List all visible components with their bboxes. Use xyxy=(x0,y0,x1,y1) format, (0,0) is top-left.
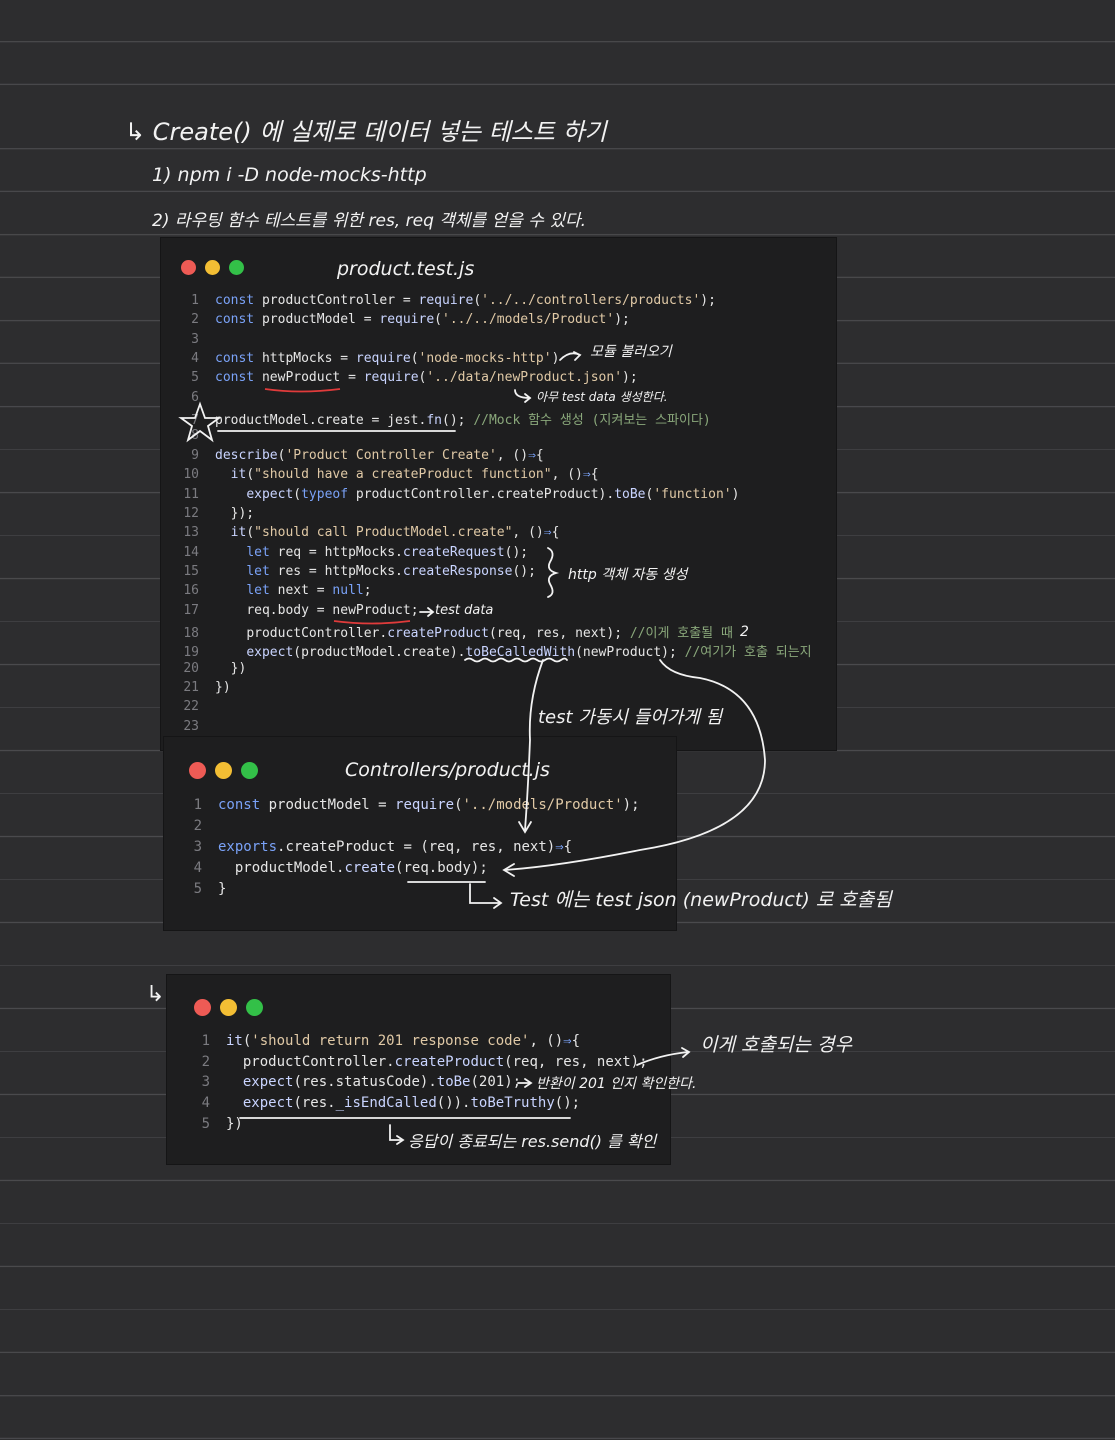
line-number: 1 xyxy=(193,797,202,813)
code-line: 5}) xyxy=(182,1116,243,1132)
line-number: 11 xyxy=(183,486,199,502)
line-number: 23 xyxy=(183,718,199,734)
line-number: 9 xyxy=(191,447,199,463)
annotation-module-load: 모듈 불러오기 xyxy=(590,344,672,360)
code-line: 14 let req = httpMocks.createRequest(); xyxy=(171,545,528,560)
line-number: 5 xyxy=(201,1115,210,1132)
line-number: 17 xyxy=(183,602,199,618)
line-number: 10 xyxy=(183,467,199,483)
code-line: 4 expect(res._isEndCalled()).toBeTruthy(… xyxy=(182,1095,581,1112)
maximize-dot-icon[interactable] xyxy=(246,999,263,1016)
line-number: 3 xyxy=(191,331,199,347)
line-number: 6 xyxy=(191,389,199,405)
line-number: 22 xyxy=(183,699,199,715)
line-number: 15 xyxy=(183,563,199,579)
code-line: 19 expect(productModel.create).toBeCalle… xyxy=(171,641,811,661)
code-line: 7 productModel.create = jest.fn(); //Mock… xyxy=(171,409,711,428)
annotation-test-data-create: 아무 test data 생성한다. xyxy=(536,390,668,404)
window-title: Controllers/product.js xyxy=(345,759,550,781)
note-arrow-marker: ↳ xyxy=(146,982,165,1007)
code-line: 23 xyxy=(171,719,215,734)
maximize-dot-icon[interactable] xyxy=(229,260,244,275)
line-number: 4 xyxy=(193,860,202,876)
line-number: 2 xyxy=(201,1053,210,1070)
code-line: 1 it('should return 201 response code', (… xyxy=(182,1033,580,1049)
line-number: 2 xyxy=(191,312,199,328)
code-line: 4 const httpMocks = require('node-mocks-h… xyxy=(171,351,559,366)
annotation-test-json: Test 에는 test json (newProduct) 로 호출됨 xyxy=(510,889,892,911)
code-line: 1 const productController = require('../.… xyxy=(171,293,716,308)
line-number: 8 xyxy=(191,428,199,444)
line-number: 18 xyxy=(183,625,199,641)
close-dot-icon[interactable] xyxy=(189,762,206,779)
line-number: 21 xyxy=(183,680,199,695)
window-title: product.test.js xyxy=(337,258,475,280)
code-line: 3 xyxy=(171,332,215,347)
line-number: 20 xyxy=(183,660,199,676)
line-number: 3 xyxy=(193,839,202,855)
line-number: 19 xyxy=(183,645,199,661)
annotation-test-run: test 가동시 들어가게 됨 xyxy=(538,707,723,728)
code-line: 8 xyxy=(171,428,215,443)
code-line: 11 expect(typeof productController.creat… xyxy=(171,487,739,502)
line-number: 3 xyxy=(201,1074,210,1091)
maximize-dot-icon[interactable] xyxy=(241,762,258,779)
annotation-req-body: test data xyxy=(435,603,494,618)
line-number: 1 xyxy=(191,293,199,308)
line-number: 14 xyxy=(183,544,199,560)
code-line: 2 xyxy=(174,818,218,834)
code-line: 2 const productModel = require('../../mod… xyxy=(171,312,630,327)
close-dot-icon[interactable] xyxy=(181,260,196,275)
code-window-product-test: product.test.js 1 const productController… xyxy=(161,238,836,750)
annotation-then: 2 xyxy=(740,624,749,640)
note-heading: ↳ Create() 에 실제로 데이터 넣는 테스트 하기 xyxy=(125,118,607,146)
window-controls xyxy=(194,999,263,1016)
line-number: 4 xyxy=(191,351,199,367)
annotation-called-case: 이게 호출되는 경우 xyxy=(700,1034,852,1056)
line-number: 16 xyxy=(183,583,199,599)
line-number: 5 xyxy=(191,370,199,386)
code-line: 3 exports.createProduct = (req, res, next… xyxy=(174,839,573,855)
line-number: 5 xyxy=(193,881,202,897)
minimize-dot-icon[interactable] xyxy=(215,762,232,779)
annotation-check-201: 반환이 201 인지 확인한다. xyxy=(536,1076,697,1092)
code-line: 6 xyxy=(171,390,215,405)
code-line: 10 it("should have a createProduct funct… xyxy=(171,467,598,483)
code-line: 12 }); xyxy=(171,506,254,521)
code-line: 22 xyxy=(171,699,215,714)
annotation-http-auto: http 객체 자동 생성 xyxy=(568,567,688,583)
code-line: 5} xyxy=(174,881,227,897)
line-number: 2 xyxy=(193,818,202,834)
minimize-dot-icon[interactable] xyxy=(220,999,237,1016)
code-line: 15 let res = httpMocks.createResponse(); xyxy=(171,564,536,579)
code-line: 5 const newProduct = require('../data/new… xyxy=(171,370,638,385)
line-number: 1 xyxy=(201,1033,210,1049)
code-line: 9 describe('Product Controller Create', (… xyxy=(171,448,544,463)
close-dot-icon[interactable] xyxy=(194,999,211,1016)
code-line: 13 it("should call ProductModel.create",… xyxy=(171,525,559,540)
code-line: 20 }) xyxy=(171,661,246,676)
code-line: 16 let next = null; xyxy=(171,583,371,599)
line-number: 12 xyxy=(183,505,199,521)
code-line: 21}) xyxy=(171,680,230,695)
note-step-1: 1) npm i -D node-mocks-http xyxy=(152,164,427,186)
code-line: 3 expect(res.statusCode).toBe(201); xyxy=(182,1074,522,1091)
line-number: 7 xyxy=(191,413,199,429)
minimize-dot-icon[interactable] xyxy=(205,260,220,275)
note-step-2: 2) 라우팅 함수 테스트를 위한 res, req 객체를 얻을 수 있다. xyxy=(152,211,586,231)
annotation-res-send: 응답이 종료되는 res.send() 를 확인 xyxy=(408,1132,657,1151)
line-number: 13 xyxy=(183,525,199,541)
window-controls xyxy=(181,260,244,275)
code-line: 17 req.body = newProduct; xyxy=(171,602,418,618)
code-line: 4 productModel.create(req.body); xyxy=(174,860,488,876)
line-number: 4 xyxy=(201,1095,210,1112)
code-line: 18 productController.createProduct(req, … xyxy=(171,622,733,641)
code-line: 1 const productModel = require('../models… xyxy=(174,797,640,813)
window-controls xyxy=(189,762,258,779)
code-line: 2 productController.createProduct(req, r… xyxy=(182,1054,648,1070)
